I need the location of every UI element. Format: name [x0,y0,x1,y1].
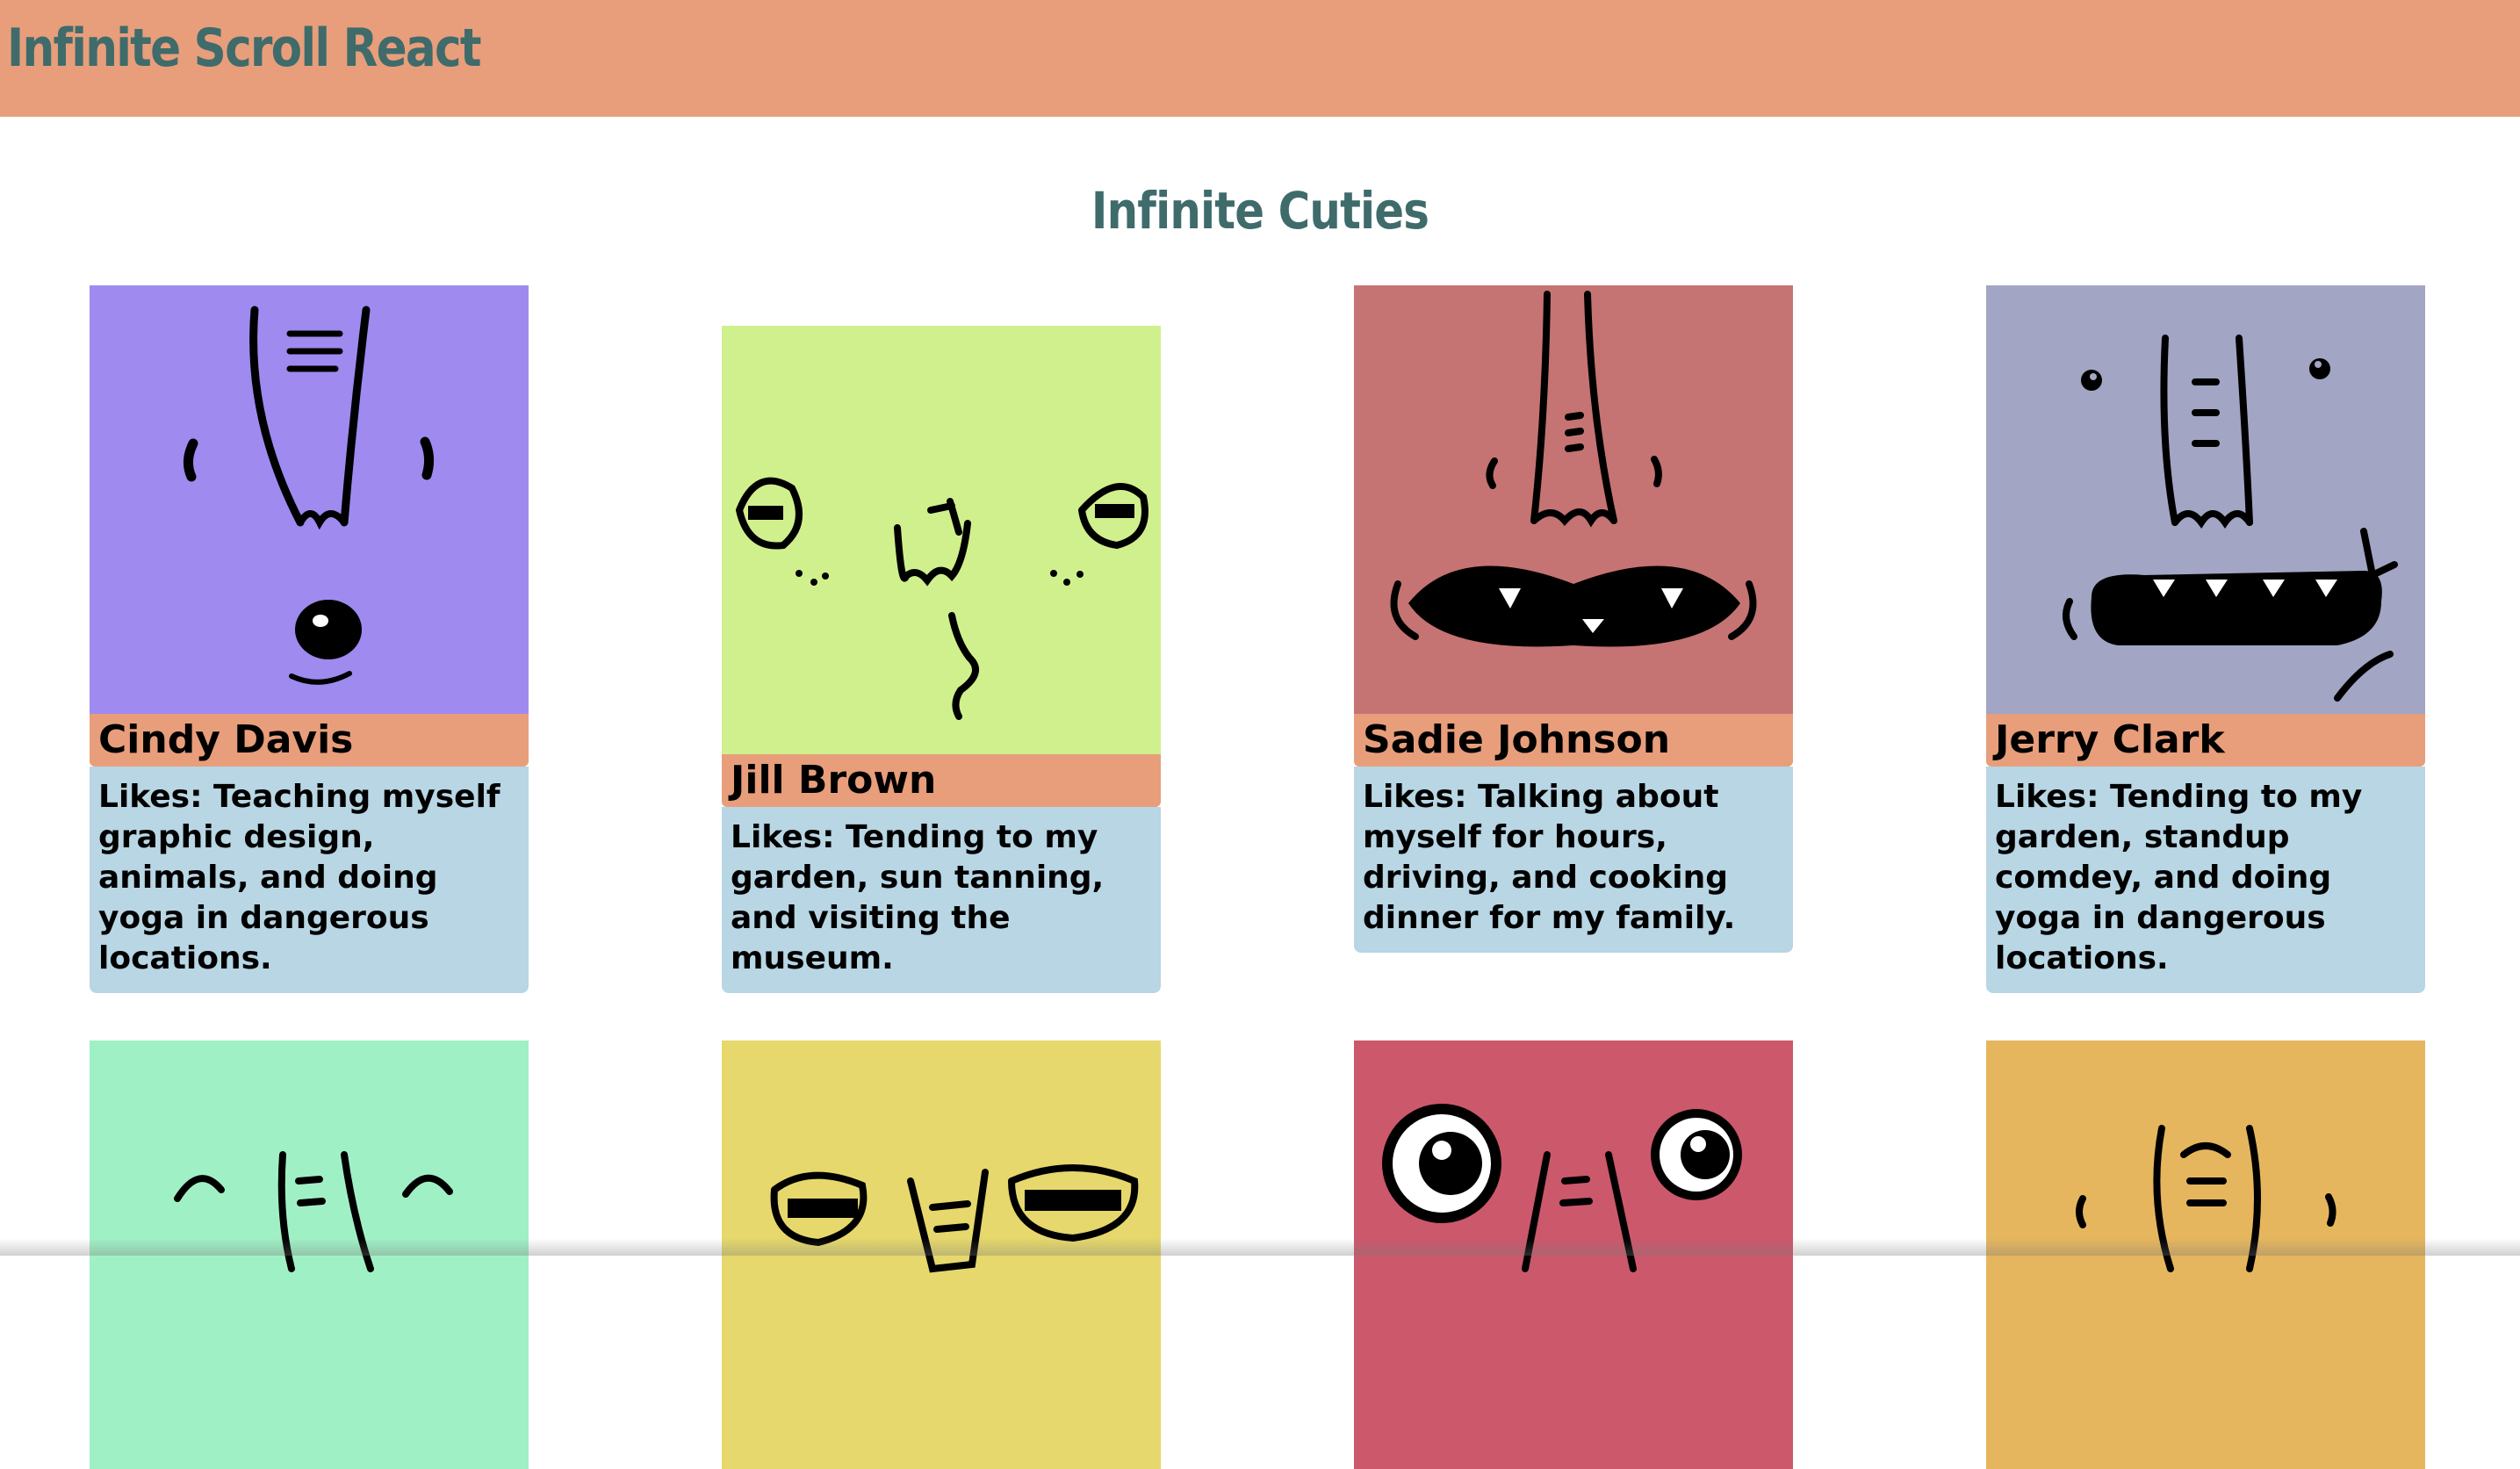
portrait-image [1986,285,2425,714]
toothy-face-icon [1986,285,2425,714]
portrait-image [1354,285,1793,714]
app-title: Infinite Scroll React [7,18,482,79]
app-header: Infinite Scroll React [0,0,2520,117]
card-likes: Likes: Tending to my garden, sun tanning… [722,807,1161,993]
scroll-shadow [0,1238,2520,1256]
portrait-image [722,326,1161,754]
portrait-image [90,285,529,714]
card-name: Sadie Johnson [1354,714,1793,767]
profile-card[interactable]: Jerry Clark Likes: Tending to my garden,… [1986,285,2425,993]
page-heading: Infinite Cuties [1091,181,1429,241]
card-name: Jill Brown [722,754,1161,807]
profile-card[interactable]: Sadie Johnson Likes: Talking about mysel… [1354,285,1793,953]
card-name: Cindy Davis [90,714,529,767]
goggle-face-icon [722,326,1161,754]
profile-card[interactable]: Cindy Davis Likes: Teaching myself graph… [90,285,529,993]
grin-face-icon [1354,285,1793,714]
card-likes: Likes: Teaching myself graphic design, a… [90,767,529,993]
card-likes: Likes: Tending to my garden, standup com… [1986,767,2425,993]
profile-card[interactable]: Jill Brown Likes: Tending to my garden, … [722,326,1161,993]
card-likes: Likes: Talking about myself for hours, d… [1354,767,1793,953]
elephant-face-icon [90,285,529,714]
card-name: Jerry Clark [1986,714,2425,767]
